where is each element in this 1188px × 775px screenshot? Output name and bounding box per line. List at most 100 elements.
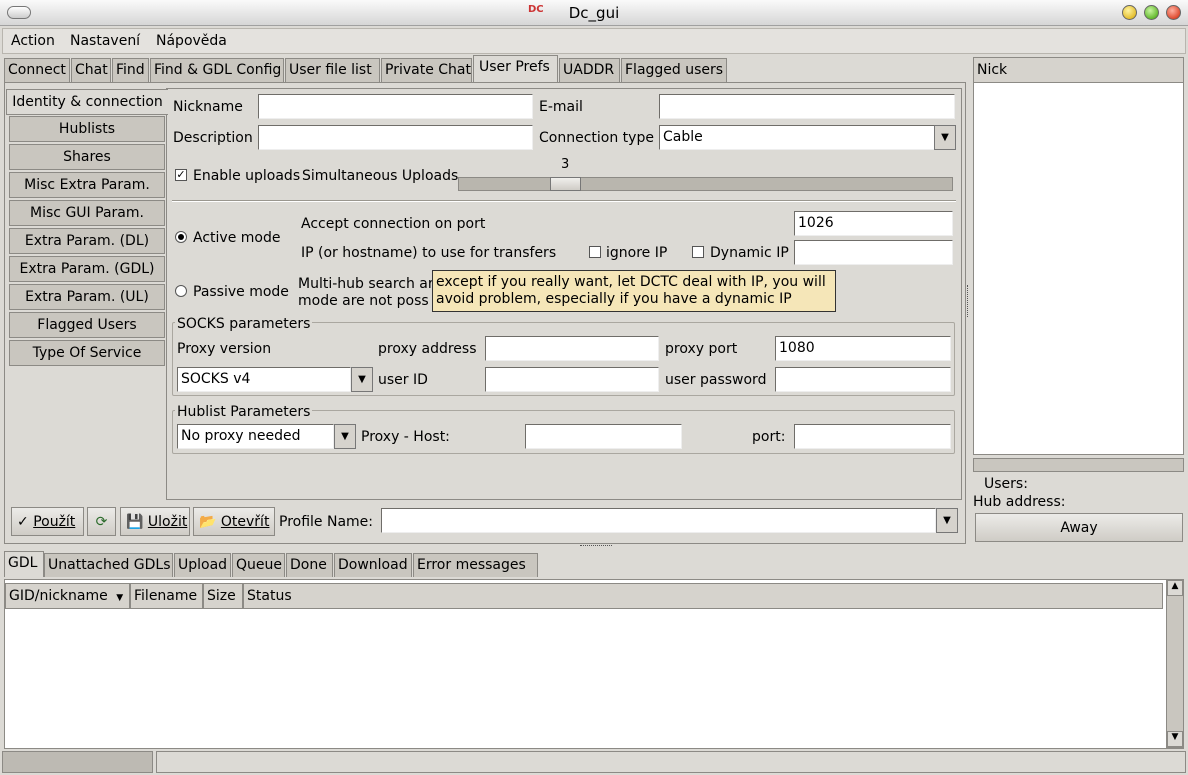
horizontal-splitter-grip[interactable] bbox=[580, 545, 612, 548]
nick-column-header[interactable]: Nick bbox=[973, 57, 1184, 83]
side-tab-identity[interactable]: Identity & connection bbox=[6, 89, 168, 115]
tab-find-gdl-config[interactable]: Find & GDL Config bbox=[150, 58, 284, 82]
email-field[interactable] bbox=[659, 94, 955, 119]
side-tab-extra-gdl[interactable]: Extra Param. (GDL) bbox=[9, 256, 165, 282]
nickname-field[interactable] bbox=[258, 94, 533, 119]
bottom-tab-gdl[interactable]: GDL bbox=[4, 551, 44, 577]
side-tab-hublists[interactable]: Hublists bbox=[9, 116, 165, 142]
users-label: Users: bbox=[984, 476, 1028, 492]
bottom-tab-queue[interactable]: Queue bbox=[232, 553, 285, 577]
user-id-label: user ID bbox=[378, 372, 428, 388]
passive-mode-label: Passive mode bbox=[193, 284, 289, 300]
chevron-down-icon[interactable]: ▼ bbox=[934, 125, 956, 150]
connection-type-select[interactable]: Cable bbox=[659, 125, 935, 150]
active-mode-radio[interactable] bbox=[175, 231, 187, 243]
title-bar: DC Dc_gui bbox=[0, 0, 1188, 26]
apply-button[interactable]: ✓ Použít bbox=[11, 507, 84, 536]
proxy-port-field[interactable]: 1080 bbox=[775, 336, 951, 361]
save-button[interactable]: 💾 Uložit bbox=[120, 507, 190, 536]
side-tab-shares[interactable]: Shares bbox=[9, 144, 165, 170]
close-button[interactable] bbox=[1166, 5, 1181, 20]
ignore-ip-label: ignore IP bbox=[606, 245, 668, 261]
check-icon: ✓ bbox=[17, 514, 29, 530]
accept-port-field[interactable]: 1026 bbox=[794, 211, 953, 236]
side-tab-misc-extra[interactable]: Misc Extra Param. bbox=[9, 172, 165, 198]
hublist-proxy-select[interactable]: No proxy needed bbox=[177, 424, 334, 449]
side-tab-extra-dl[interactable]: Extra Param. (DL) bbox=[9, 228, 165, 254]
chevron-down-icon[interactable]: ▼ bbox=[351, 367, 373, 392]
user-password-label: user password bbox=[665, 372, 767, 388]
column-size[interactable]: Size bbox=[203, 583, 243, 609]
hublist-port-field[interactable] bbox=[794, 424, 951, 449]
refresh-button[interactable]: ⟳ bbox=[87, 507, 116, 536]
status-bar-progress bbox=[2, 751, 153, 773]
tab-find[interactable]: Find bbox=[112, 58, 149, 82]
tab-chat[interactable]: Chat bbox=[71, 58, 111, 82]
column-filename[interactable]: Filename bbox=[130, 583, 203, 609]
socks-group-title: SOCKS parameters bbox=[175, 316, 313, 332]
passive-mode-radio[interactable] bbox=[175, 285, 187, 297]
away-button[interactable]: Away bbox=[975, 513, 1183, 542]
tab-user-file-list[interactable]: User file list bbox=[285, 58, 380, 82]
enable-uploads-checkbox[interactable]: ✓ bbox=[175, 169, 187, 181]
side-tab-type-of-service[interactable]: Type Of Service bbox=[9, 340, 165, 366]
proxy-host-label: Proxy - Host: bbox=[361, 429, 450, 445]
tooltip-line1: except if you really want, let DCTC deal… bbox=[436, 274, 826, 290]
tab-uaddr[interactable]: UADDR bbox=[559, 58, 620, 82]
bottom-tab-upload[interactable]: Upload bbox=[174, 553, 231, 577]
tab-user-prefs[interactable]: User Prefs bbox=[473, 55, 558, 82]
simultaneous-uploads-value: 3 bbox=[561, 157, 570, 172]
slider-handle[interactable] bbox=[550, 177, 581, 191]
column-gid-nickname[interactable]: GID/nickname ▼ bbox=[5, 583, 130, 609]
proxy-host-field[interactable] bbox=[525, 424, 682, 449]
open-button[interactable]: 📂 Otevřít bbox=[193, 507, 275, 536]
separator bbox=[172, 200, 956, 202]
side-tab-misc-gui[interactable]: Misc GUI Param. bbox=[9, 200, 165, 226]
bottom-tab-done[interactable]: Done bbox=[286, 553, 333, 577]
menu-help[interactable]: Nápověda bbox=[156, 33, 227, 49]
passive-note-line1: Multi-hub search ar bbox=[298, 276, 434, 292]
chevron-down-icon[interactable]: ▼ bbox=[936, 508, 958, 533]
menu-settings[interactable]: Nastavení bbox=[70, 33, 140, 49]
nick-list-hscrollbar[interactable] bbox=[973, 458, 1184, 472]
side-tab-flagged-users[interactable]: Flagged Users bbox=[9, 312, 165, 338]
bottom-tab-unattached-gdls[interactable]: Unattached GDLs bbox=[44, 553, 173, 577]
profile-name-label: Profile Name: bbox=[279, 514, 374, 530]
simultaneous-uploads-slider[interactable] bbox=[458, 177, 953, 191]
tab-private-chat[interactable]: Private Chat bbox=[381, 58, 472, 82]
bottom-tab-error-messages[interactable]: Error messages bbox=[413, 553, 538, 577]
window-title: Dc_gui bbox=[568, 4, 620, 22]
tab-flagged-users[interactable]: Flagged users bbox=[621, 58, 727, 82]
side-tab-extra-ul[interactable]: Extra Param. (UL) bbox=[9, 284, 165, 310]
maximize-button[interactable] bbox=[1144, 5, 1159, 20]
accept-port-label: Accept connection on port bbox=[301, 216, 486, 232]
user-password-field[interactable] bbox=[775, 367, 951, 392]
proxy-address-field[interactable] bbox=[485, 336, 659, 361]
bottom-tab-download[interactable]: Download bbox=[334, 553, 412, 577]
column-status[interactable]: Status bbox=[243, 583, 1163, 609]
nick-list[interactable] bbox=[973, 57, 1184, 455]
connection-type-label: Connection type bbox=[539, 130, 654, 146]
scroll-down-icon[interactable]: ▼ bbox=[1167, 731, 1183, 747]
profile-name-field[interactable] bbox=[381, 508, 936, 533]
minimize-button[interactable] bbox=[1122, 5, 1137, 20]
description-field[interactable] bbox=[258, 125, 533, 150]
ip-field[interactable] bbox=[794, 240, 953, 265]
dynamic-ip-checkbox[interactable] bbox=[692, 246, 704, 258]
ignore-ip-checkbox[interactable] bbox=[589, 246, 601, 258]
dynamic-ip-label: Dynamic IP bbox=[710, 245, 789, 261]
nickname-label: Nickname bbox=[173, 99, 243, 115]
sort-arrow-icon: ▼ bbox=[116, 593, 124, 603]
user-id-field[interactable] bbox=[485, 367, 659, 392]
scroll-up-icon[interactable]: ▲ bbox=[1167, 580, 1183, 596]
passive-note-line2: mode are not poss bbox=[298, 293, 429, 309]
table-vscrollbar[interactable] bbox=[1166, 579, 1184, 748]
chevron-down-icon[interactable]: ▼ bbox=[334, 424, 356, 449]
menu-action[interactable]: Action bbox=[11, 33, 55, 49]
description-label: Description bbox=[173, 130, 253, 146]
hublist-group-title: Hublist Parameters bbox=[175, 404, 313, 420]
proxy-version-select[interactable]: SOCKS v4 bbox=[177, 367, 351, 392]
vertical-splitter-grip[interactable] bbox=[967, 285, 970, 317]
active-mode-label: Active mode bbox=[193, 230, 281, 246]
tab-connect[interactable]: Connect bbox=[4, 58, 70, 82]
